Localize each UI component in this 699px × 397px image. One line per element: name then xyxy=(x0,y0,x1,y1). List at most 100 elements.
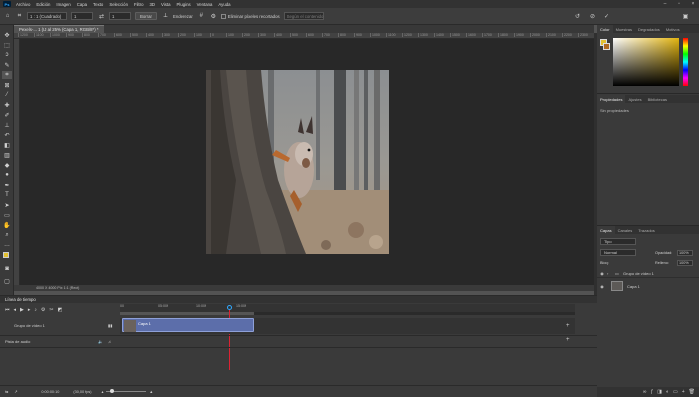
transition-icon[interactable]: ◩ xyxy=(58,307,63,313)
gradient-tool-icon[interactable]: ▥ xyxy=(2,151,12,159)
commit-icon[interactable]: ✓ xyxy=(602,12,611,21)
delete-cropped-checkbox[interactable] xyxy=(220,13,226,19)
mute-icon[interactable]: 🔈 xyxy=(98,339,103,344)
document-image[interactable] xyxy=(206,70,389,254)
history-brush-icon[interactable]: ↶ xyxy=(2,131,12,139)
blur-tool-icon[interactable]: ◆ xyxy=(2,161,12,169)
marquee-tool-icon[interactable]: ⬚ xyxy=(2,41,12,49)
eyedropper-tool-icon[interactable]: ⁄ xyxy=(2,91,12,99)
lasso-tool-icon[interactable]: ↄ xyxy=(2,51,12,59)
menu-seleccion[interactable]: Selección xyxy=(106,2,131,7)
grid-overlay-icon[interactable]: # xyxy=(197,12,206,21)
eye-icon[interactable]: ◉ xyxy=(597,271,607,276)
add-audio-icon[interactable]: + xyxy=(566,337,570,343)
quick-mask-icon[interactable]: ◙ xyxy=(2,265,12,273)
prev-frame-icon[interactable]: ◂ xyxy=(14,307,17,313)
more-tools-icon[interactable]: … xyxy=(2,241,12,249)
tab-canales[interactable]: Canales xyxy=(615,228,636,233)
brush-tool-icon[interactable]: ✐ xyxy=(2,111,12,119)
split-icon[interactable]: ✂ xyxy=(49,307,53,313)
crop-tool-icon[interactable]: ⌗ xyxy=(2,71,12,79)
tab-muestras[interactable]: Muestras xyxy=(613,27,635,32)
track-header-audio[interactable]: Pista de audio 🔈 ♫ xyxy=(0,337,120,346)
zoom-in-icon[interactable]: ▲ xyxy=(149,390,153,394)
new-layer-icon[interactable]: + xyxy=(682,389,685,395)
pen-tool-icon[interactable]: ✒ xyxy=(2,181,12,189)
minimize-icon[interactable]: – xyxy=(658,0,672,8)
menu-plugins[interactable]: Plugins xyxy=(174,2,194,7)
hue-slider[interactable] xyxy=(683,38,688,86)
menu-ayuda[interactable]: Ayuda xyxy=(215,2,233,7)
fill-input[interactable]: 100% xyxy=(677,260,693,266)
close-icon[interactable]: × xyxy=(686,0,699,8)
color-field[interactable] xyxy=(613,38,679,86)
adjustment-icon[interactable]: ◐ xyxy=(666,389,669,395)
screen-mode-icon[interactable]: ▢ xyxy=(2,277,12,285)
trash-icon[interactable]: 🗑 xyxy=(689,389,695,395)
layer-row-group[interactable]: ◉ › ▭ Grupo de vídeo 1 xyxy=(597,269,699,278)
mask-icon[interactable]: ◨ xyxy=(657,389,662,395)
clear-button[interactable]: Borrar xyxy=(135,12,157,20)
tab-ajustes[interactable]: Ajustes xyxy=(625,97,644,102)
reset-icon[interactable]: ↺ xyxy=(573,12,582,21)
zoom-tool-icon[interactable]: ⌕ xyxy=(2,231,12,239)
first-frame-icon[interactable]: ⏮ xyxy=(5,307,10,313)
layer-row-capa1[interactable]: ◉ Capa 1 xyxy=(597,279,699,293)
shape-tool-icon[interactable]: ▭ xyxy=(2,211,12,219)
straighten-icon[interactable]: ⟂ xyxy=(161,12,170,21)
ratio-height-input[interactable]: 1 xyxy=(109,12,131,20)
healing-tool-icon[interactable]: ✚ xyxy=(2,101,12,109)
fill-select[interactable]: Según el contenido xyxy=(283,12,324,20)
audio-icon[interactable]: ♪ xyxy=(34,307,37,313)
menu-archivo[interactable]: Archivo xyxy=(13,2,33,7)
render-icon[interactable]: ↗ xyxy=(14,389,17,394)
menu-ventana[interactable]: Ventana xyxy=(194,2,216,7)
menu-3d[interactable]: 3D xyxy=(147,2,159,7)
ratio-select[interactable]: 1 : 1 (Cuadrado) xyxy=(27,12,67,20)
track-header-video[interactable]: Grupo de vídeo 1 ▮▮ xyxy=(0,318,120,332)
maximize-icon[interactable]: ▫ xyxy=(672,0,686,8)
home-icon[interactable]: ⌂ xyxy=(3,12,12,21)
background-color-chip[interactable] xyxy=(603,43,610,50)
dodge-tool-icon[interactable]: ● xyxy=(2,171,12,179)
music-icon[interactable]: ♫ xyxy=(108,339,111,344)
tab-degradados[interactable]: Degradados xyxy=(635,27,663,32)
crop-tool-icon[interactable]: ⌗ xyxy=(15,12,24,21)
eye-icon[interactable]: ◉ xyxy=(597,284,607,289)
work-area-bar[interactable] xyxy=(120,312,575,315)
settings-icon[interactable]: ⚙ xyxy=(41,307,45,313)
menu-edicion[interactable]: Edición xyxy=(33,2,53,7)
play-icon[interactable]: ▶ xyxy=(20,307,24,313)
swap-icon[interactable]: ⇄ xyxy=(97,12,106,21)
tab-propiedades[interactable]: Propiedades xyxy=(597,95,626,103)
foreground-color-swatch[interactable] xyxy=(3,252,9,258)
link-icon[interactable]: ∞ xyxy=(643,389,647,395)
frame-tool-icon[interactable]: ⊠ xyxy=(2,81,12,89)
cancel-icon[interactable]: ⊘ xyxy=(588,12,597,21)
add-media-icon[interactable]: + xyxy=(566,323,570,329)
eraser-tool-icon[interactable]: ◧ xyxy=(2,141,12,149)
chevron-right-icon[interactable]: › xyxy=(607,271,615,276)
menu-imagen[interactable]: Imagen xyxy=(53,2,73,7)
quick-select-tool-icon[interactable]: ✎ xyxy=(2,61,12,69)
tab-motivos[interactable]: Motivos xyxy=(663,27,683,32)
tab-bibliotecas[interactable]: Bibliotecas xyxy=(645,97,670,102)
menu-vista[interactable]: Vista xyxy=(158,2,173,7)
video-clip[interactable]: Capa 1 xyxy=(122,318,254,332)
type-tool-icon[interactable]: T xyxy=(2,191,12,199)
menu-filtro[interactable]: Filtro xyxy=(131,2,147,7)
settings-icon[interactable]: ⚙ xyxy=(209,12,218,21)
next-frame-icon[interactable]: ▸ xyxy=(28,307,31,313)
convert-frame-icon[interactable]: ⇆ xyxy=(5,389,8,394)
hand-tool-icon[interactable]: ✋ xyxy=(2,221,12,229)
menu-texto[interactable]: Texto xyxy=(90,2,106,7)
time-ruler[interactable]: 00 05:00f 10:00f 15:00f xyxy=(120,304,575,312)
opacity-input[interactable]: 100% xyxy=(677,250,693,256)
move-tool-icon[interactable]: ✥ xyxy=(2,31,12,39)
stamp-tool-icon[interactable]: ⊥ xyxy=(2,121,12,129)
layer-filter-select[interactable]: Tipo xyxy=(600,238,636,245)
straighten-label[interactable]: Enderezar xyxy=(173,14,193,19)
timeline-zoom-slider[interactable] xyxy=(106,389,147,393)
new-group-icon[interactable]: ▭ xyxy=(673,389,678,395)
tab-color[interactable]: Color xyxy=(597,25,613,33)
